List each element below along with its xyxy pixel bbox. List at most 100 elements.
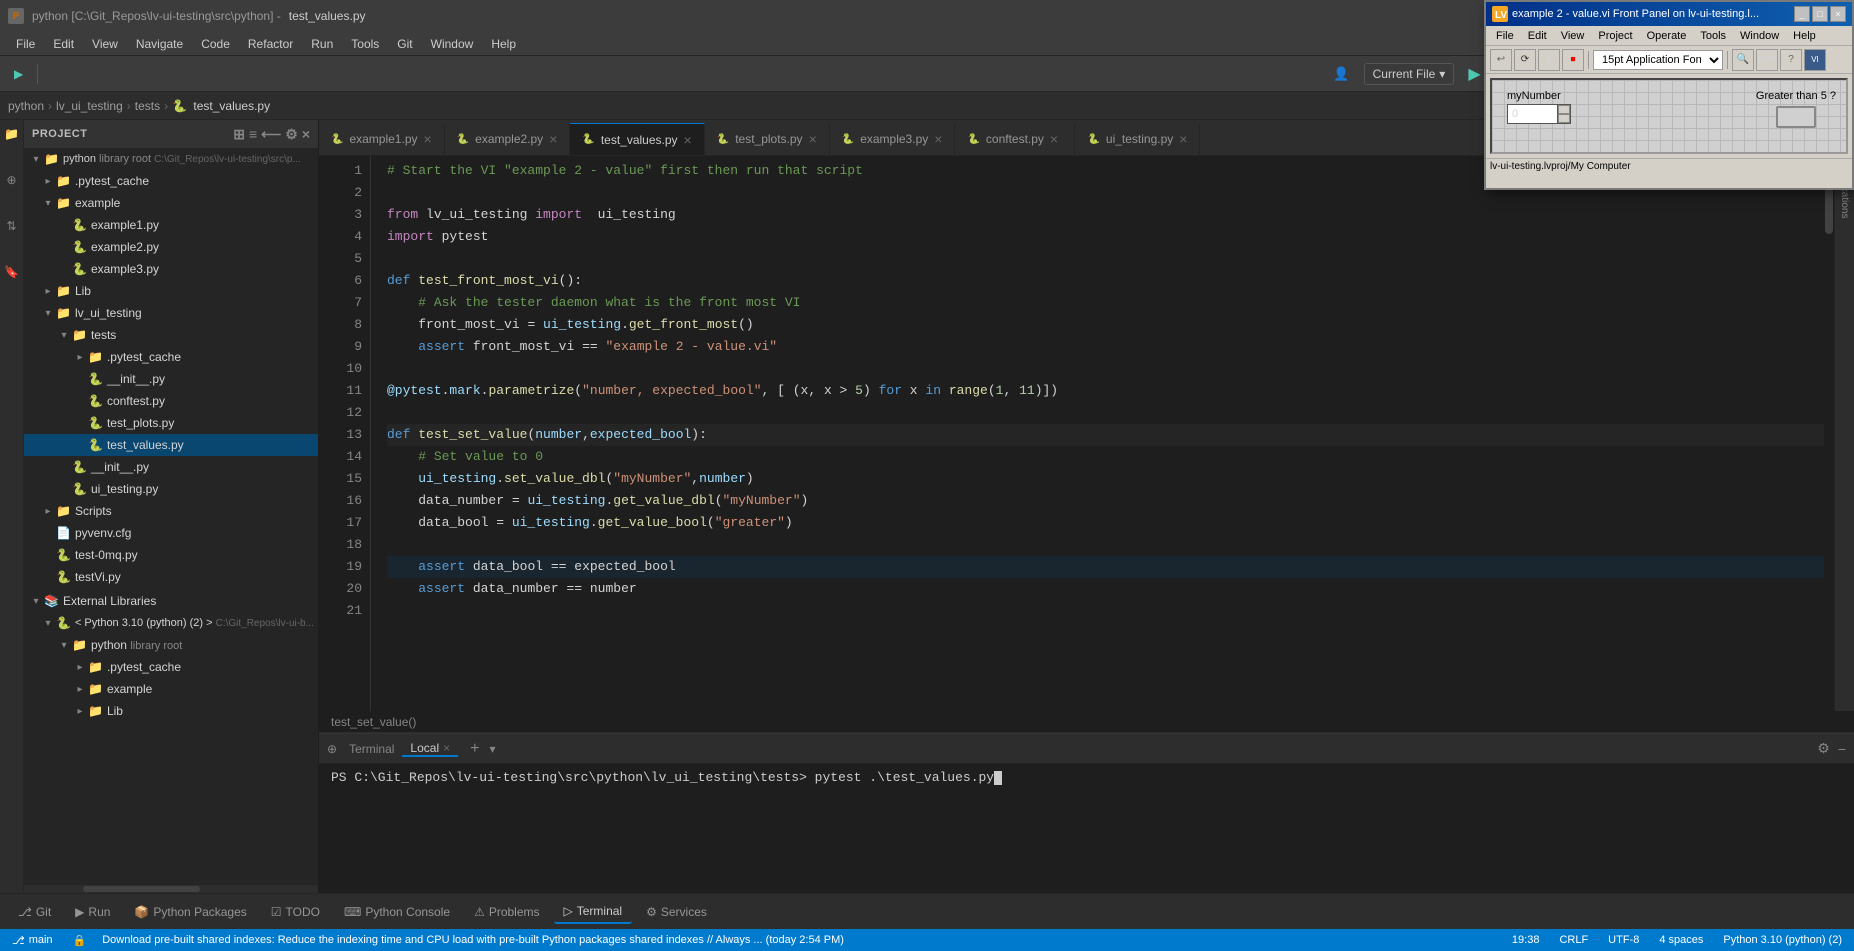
tree-ext-lib[interactable]: ▸ 📁 Lib [24,700,318,722]
terminal-add-btn[interactable]: + [470,740,479,758]
menu-tools[interactable]: Tools [343,35,387,53]
bottom-tab-python-console[interactable]: ⌨ Python Console [334,901,460,923]
lv-menu-edit[interactable]: Edit [1522,28,1553,44]
tab-close-icon[interactable]: × [549,132,557,146]
tab-close-icon[interactable]: × [684,133,692,147]
menu-navigate[interactable]: Navigate [128,35,191,53]
menu-git[interactable]: Git [389,35,420,53]
lv-menu-help[interactable]: Help [1787,28,1822,44]
tree-scripts-folder[interactable]: ▸ 📁 Scripts [24,500,318,522]
bottom-tab-python-packages[interactable]: 📦 Python Packages [124,901,256,923]
activity-bookmark-icon[interactable]: 🔖 [2,262,22,282]
settings-gear-icon[interactable]: ⚙ [285,126,298,143]
status-git-branch[interactable]: ⎇ main [8,934,57,947]
menu-file[interactable]: File [8,35,43,53]
status-line-ending[interactable]: CRLF [1555,934,1592,946]
lv-menu-project[interactable]: Project [1592,28,1638,44]
status-lock-icon-item[interactable]: 🔒 [69,934,91,947]
lv-arrow-down-icon[interactable]: ▼ [1558,114,1570,123]
terminal-minimize-icon[interactable]: − [1838,740,1846,757]
tree-example2[interactable]: 🐍 example2.py [24,236,318,258]
lv-bool-indicator[interactable] [1776,106,1816,128]
current-file-dropdown[interactable]: Current File ▾ [1364,63,1455,85]
menu-edit[interactable]: Edit [45,35,82,53]
lv-window-controls[interactable]: _ □ × [1794,6,1846,22]
status-python-version[interactable]: Python 3.10 (python) (2) [1719,934,1846,946]
tree-example1[interactable]: 🐍 example1.py [24,214,318,236]
terminal-dropdown-btn[interactable]: ▾ [489,742,495,756]
lv-run-cont-btn[interactable]: ⟳ [1514,49,1536,71]
tab-close-icon[interactable]: × [424,132,432,146]
tree-test-values[interactable]: 🐍 test_values.py [24,434,318,456]
tree-ext-pytest-cache[interactable]: ▸ 📁 .pytest_cache [24,656,318,678]
tree-example3[interactable]: 🐍 example3.py [24,258,318,280]
bottom-tab-problems[interactable]: ⚠ Problems [464,901,549,923]
tab-test-plots[interactable]: 🐍 test_plots.py × [705,123,830,155]
code-content[interactable]: # Start the VI "example 2 - value" first… [371,156,1824,711]
tree-test-plots[interactable]: 🐍 test_plots.py [24,412,318,434]
tree-root-python[interactable]: ▾ 📁 python library root C:\Git_Repos\lv-… [24,148,318,170]
tab-close-icon[interactable]: × [809,132,817,146]
status-line-col[interactable]: 19:38 [1508,934,1544,946]
breadcrumb-python[interactable]: python [8,99,44,113]
bottom-tab-todo[interactable]: ☑ TODO [261,901,330,923]
collapse-btn[interactable]: ⟵ [261,126,281,143]
tree-ui-testing-py[interactable]: 🐍 ui_testing.py [24,478,318,500]
tree-test-0mq[interactable]: 🐍 test-0mq.py [24,544,318,566]
lv-zoom-in-btn[interactable]: 100% [1756,49,1778,71]
lv-close-btn[interactable]: × [1830,6,1846,22]
hide-btn[interactable]: × [302,126,310,143]
terminal-tab-local[interactable]: Local × [402,741,458,757]
scope-btn[interactable]: ⊞ [233,126,245,143]
terminal-settings-icon[interactable]: ⚙ [1817,740,1830,757]
lv-numeric-box[interactable]: 0 ▲ ▼ [1507,104,1571,124]
lv-menu-tools[interactable]: Tools [1694,28,1732,44]
bottom-tab-run[interactable]: ▶ Run [65,901,120,923]
lv-menu-file[interactable]: File [1490,28,1520,44]
tab-close-icon[interactable]: × [1050,132,1058,146]
lv-icon-btn[interactable]: VI [1804,49,1826,71]
status-indent[interactable]: 4 spaces [1655,934,1707,946]
tree-lv-init-py[interactable]: 🐍 __init__.py [24,456,318,478]
tree-conftest[interactable]: 🐍 conftest.py [24,390,318,412]
expand-btn[interactable]: ≡ [249,126,257,143]
tree-pyvenv-cfg[interactable]: 📄 pyvenv.cfg [24,522,318,544]
activity-commit-icon[interactable]: ⊕ [2,170,22,190]
tree-example-folder[interactable]: ▾ 📁 example [24,192,318,214]
lv-menu-view[interactable]: View [1555,28,1591,44]
lv-abort-btn[interactable]: ⏹ [1562,49,1584,71]
lv-minimize-btn[interactable]: _ [1794,6,1810,22]
tab-example2[interactable]: 🐍 example2.py × [445,123,571,155]
tree-lib-folder[interactable]: ▸ 📁 Lib [24,280,318,302]
tree-python-sdk[interactable]: ▾ 🐍 < Python 3.10 (python) (2) > C:\Git_… [24,612,318,634]
menu-help[interactable]: Help [483,35,524,53]
lv-font-select[interactable]: 15pt Application Font [1593,50,1723,70]
tree-pytest-cache[interactable]: ▸ 📁 .pytest_cache [24,170,318,192]
breadcrumb-file[interactable]: 🐍 test_values.py [172,99,270,113]
lv-zoom-out-btn[interactable]: 🔍 [1732,49,1754,71]
menu-code[interactable]: Code [193,35,238,53]
breadcrumb-lv-ui-testing[interactable]: lv_ui_testing [56,99,123,113]
terminal-content[interactable]: PS C:\Git_Repos\lv-ui-testing\src\python… [319,764,1854,893]
tree-python-lib-root[interactable]: ▾ 📁 python library root [24,634,318,656]
lv-menu-operate[interactable]: Operate [1641,28,1693,44]
lv-pause-btn[interactable]: ⏸ [1538,49,1560,71]
menu-refactor[interactable]: Refactor [240,35,301,53]
tab-close-icon[interactable]: × [934,132,942,146]
tab-example3[interactable]: 🐍 example3.py × [830,123,956,155]
run-configurations-btn[interactable]: ▶ [8,64,29,84]
account-btn[interactable]: 👤 [1327,63,1355,85]
tree-lv-ui-testing-folder[interactable]: ▾ 📁 lv_ui_testing [24,302,318,324]
menu-window[interactable]: Window [423,35,482,53]
tree-ext-example[interactable]: ▸ 📁 example [24,678,318,700]
lv-run-btn[interactable]: ↩ [1490,49,1512,71]
activity-project-icon[interactable]: 📁 [2,124,22,144]
tree-init-py[interactable]: 🐍 __init__.py [24,368,318,390]
menu-view[interactable]: View [84,35,126,53]
tab-conftest[interactable]: 🐍 conftest.py × [955,123,1075,155]
status-encoding[interactable]: UTF-8 [1604,934,1643,946]
bottom-tab-git[interactable]: ⎇ Git [8,901,61,923]
tab-ui-testing[interactable]: 🐍 ui_testing.py × [1075,123,1200,155]
tree-tests-pytest-cache[interactable]: ▸ 📁 .pytest_cache [24,346,318,368]
lv-numeric-arrows[interactable]: ▲ ▼ [1558,105,1570,123]
